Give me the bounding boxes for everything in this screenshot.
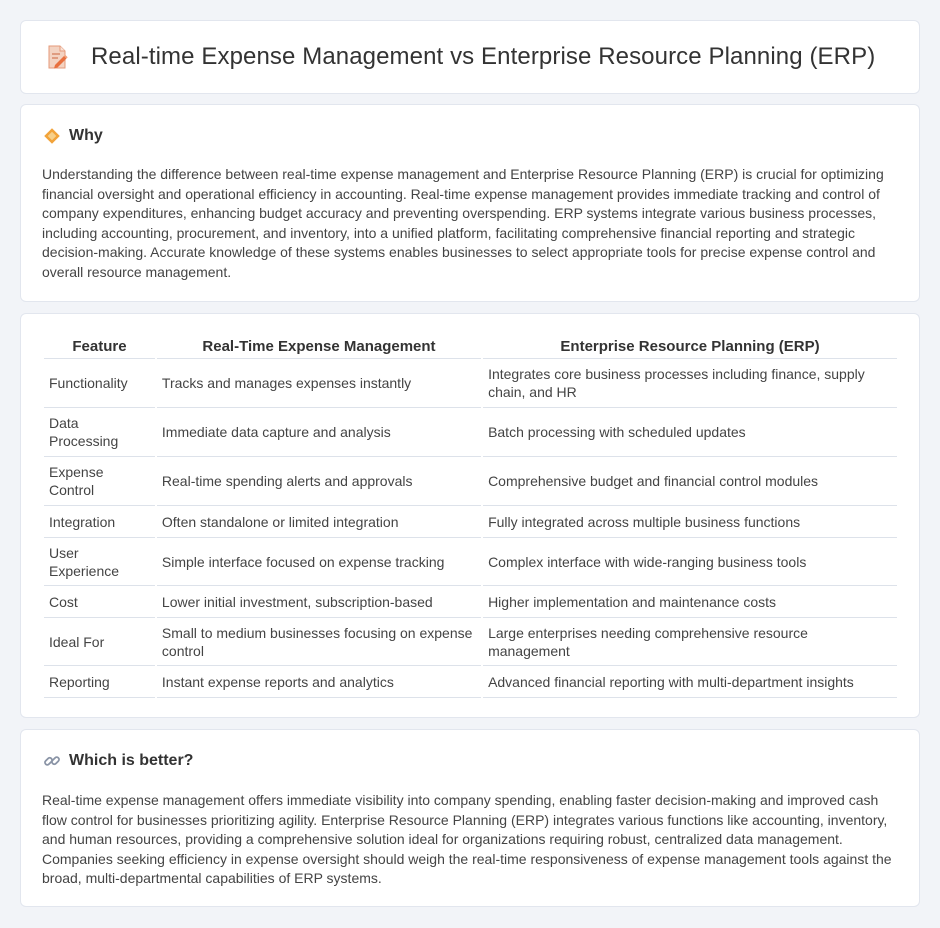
- table-cell-feature: Reporting: [44, 666, 155, 698]
- comparison-table: Feature Real-Time Expense Management Ent…: [42, 334, 899, 698]
- table-cell-feature: Functionality: [44, 359, 155, 408]
- table-cell-real-time: Often standalone or limited integration: [156, 506, 482, 538]
- document-edit-icon: [45, 44, 69, 70]
- table-row: Expense Control Real-time spending alert…: [44, 457, 897, 506]
- column-header-erp: Enterprise Resource Planning (ERP): [483, 334, 897, 359]
- table-row: Reporting Instant expense reports and an…: [44, 666, 897, 698]
- table-cell-erp: Comprehensive budget and financial contr…: [483, 457, 897, 506]
- table-cell-real-time: Lower initial investment, subscription-b…: [156, 586, 482, 618]
- better-heading: Which is better?: [69, 752, 194, 769]
- table-row: User Experience Simple interface focused…: [44, 538, 897, 586]
- table-cell-feature: Cost: [44, 586, 155, 618]
- table-cell-feature: Data Processing: [44, 408, 155, 457]
- link-icon: [43, 752, 61, 770]
- table-cell-erp: Complex interface with wide-ranging busi…: [483, 538, 897, 586]
- column-header-feature: Feature: [44, 334, 155, 359]
- table-cell-real-time: Instant expense reports and analytics: [156, 666, 482, 698]
- table-cell-real-time: Tracks and manages expenses instantly: [156, 359, 482, 408]
- why-heading-row: Why: [43, 127, 103, 145]
- table-cell-erp: Advanced financial reporting with multi-…: [483, 666, 897, 698]
- table-cell-feature: Expense Control: [44, 457, 155, 506]
- table-cell-real-time: Real-time spending alerts and approvals: [156, 457, 482, 506]
- column-header-real-time: Real-Time Expense Management: [156, 334, 482, 359]
- title-card: Real-time Expense Management vs Enterpri…: [20, 20, 920, 94]
- better-paragraph: Real-time expense management offers imme…: [42, 792, 892, 886]
- table-cell-erp: Fully integrated across multiple busines…: [483, 506, 897, 538]
- diamond-icon: [43, 127, 61, 145]
- table-cell-erp: Batch processing with scheduled updates: [483, 408, 897, 457]
- table-row: Cost Lower initial investment, subscript…: [44, 586, 897, 618]
- table-row: Data Processing Immediate data capture a…: [44, 408, 897, 457]
- table-header-row: Feature Real-Time Expense Management Ent…: [44, 334, 897, 359]
- comparison-section: Feature Real-Time Expense Management Ent…: [20, 313, 920, 718]
- table-cell-feature: Integration: [44, 506, 155, 538]
- which-is-better-section: Which is better? Real-time expense manag…: [20, 729, 920, 907]
- table-cell-erp: Large enterprises needing comprehensive …: [483, 618, 897, 666]
- table-row: Integration Often standalone or limited …: [44, 506, 897, 538]
- title-row: Real-time Expense Management vs Enterpri…: [45, 43, 875, 71]
- table-cell-real-time: Immediate data capture and analysis: [156, 408, 482, 457]
- page-title: Real-time Expense Management vs Enterpri…: [91, 43, 876, 70]
- better-heading-row: Which is better?: [43, 752, 193, 770]
- table-cell-real-time: Simple interface focused on expense trac…: [156, 538, 482, 586]
- why-heading: Why: [69, 127, 103, 144]
- table-cell-erp: Higher implementation and maintenance co…: [483, 586, 897, 618]
- table-row: Functionality Tracks and manages expense…: [44, 359, 897, 408]
- why-paragraph: Understanding the difference between rea…: [42, 166, 884, 280]
- table-cell-feature: User Experience: [44, 538, 155, 586]
- why-section: Why Understanding the difference between…: [20, 104, 920, 302]
- table-row: Ideal For Small to medium businesses foc…: [44, 618, 897, 666]
- table-cell-feature: Ideal For: [44, 618, 155, 666]
- table-cell-erp: Integrates core business processes inclu…: [483, 359, 897, 408]
- table-cell-real-time: Small to medium businesses focusing on e…: [156, 618, 482, 666]
